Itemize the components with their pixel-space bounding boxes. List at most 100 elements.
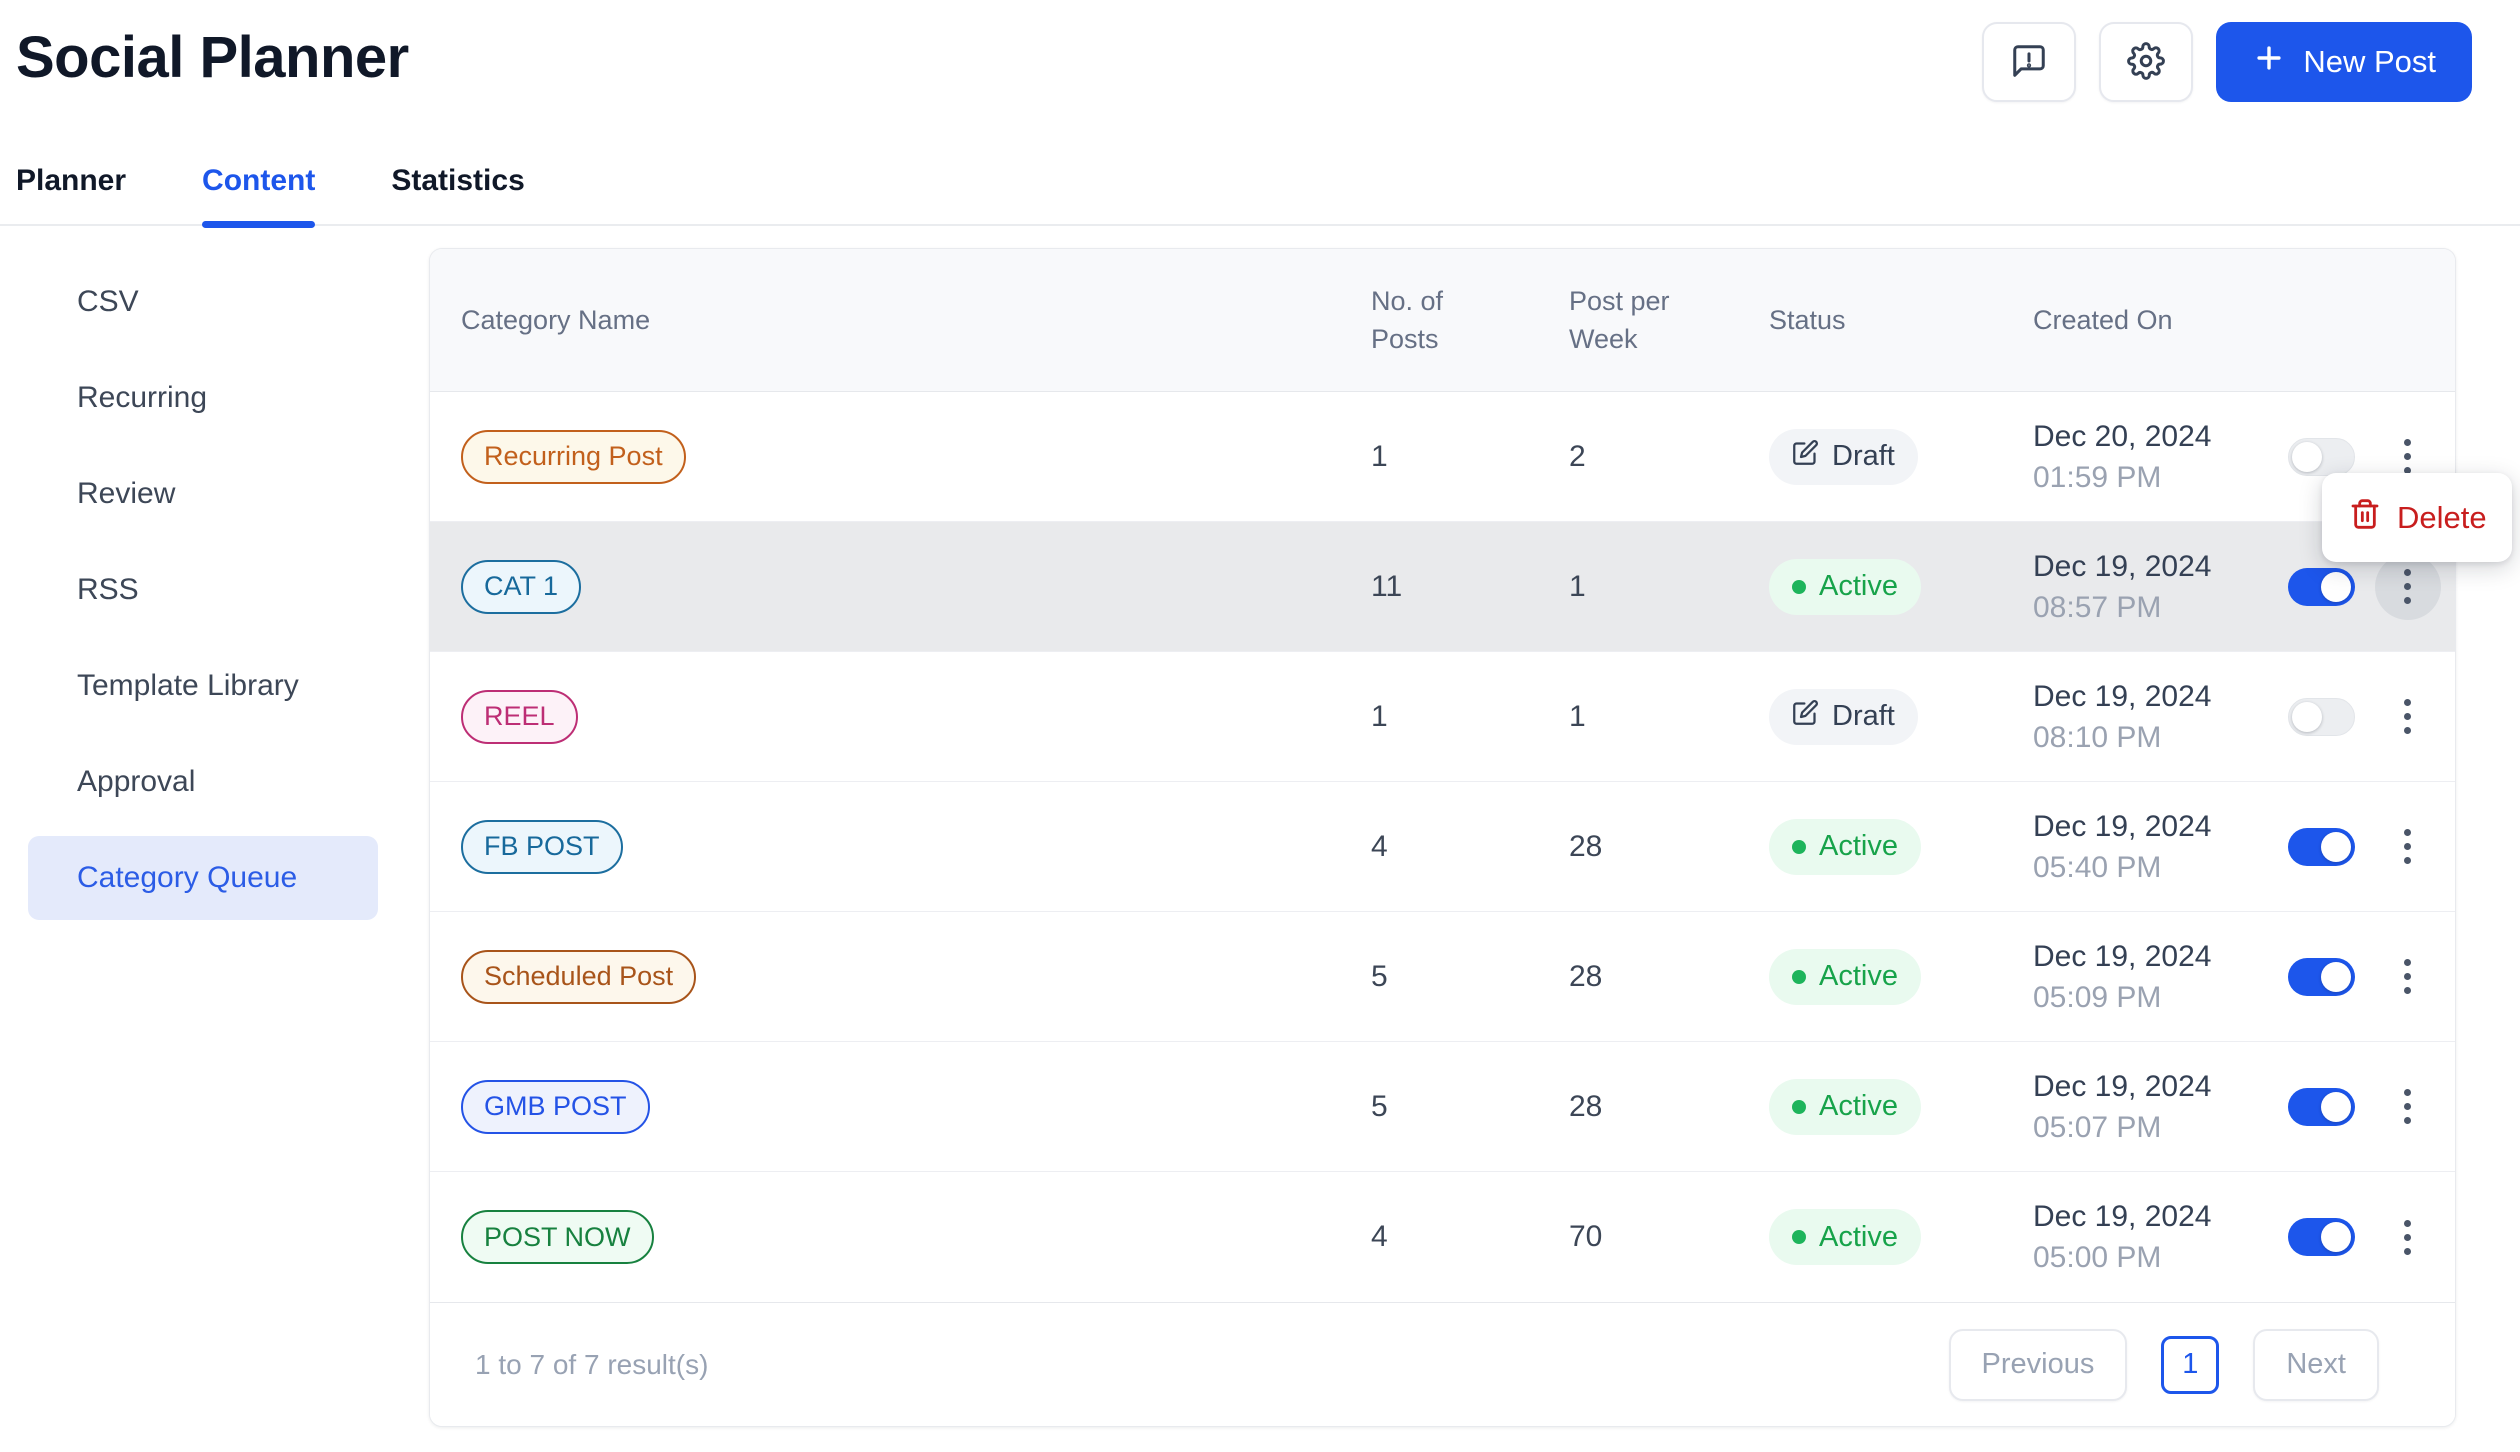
sidebar-item-rss[interactable]: RSS [28,548,378,632]
posts-per-week: 28 [1533,830,1733,864]
new-post-button[interactable]: New Post [2216,22,2472,102]
table-row: FB POST 4 28 Active Dec 19, 2024 05:40 P… [430,782,2455,912]
pagination: Previous 1 Next [1949,1329,2379,1401]
posts-count: 4 [1335,1220,1533,1254]
kebab-menu-button[interactable] [2375,684,2441,750]
created-time: 05:09 PM [2033,977,2252,1018]
table-row: CAT 1 11 1 Active Dec 19, 2024 08:57 PM [430,522,2455,652]
status-toggle[interactable] [2288,828,2355,866]
header-actions: New Post [1982,22,2472,102]
created-date: Dec 19, 2024 [2033,546,2252,587]
posts-count: 4 [1335,830,1533,864]
active-dot-icon [1792,580,1806,594]
table-row: GMB POST 5 28 Active Dec 19, 2024 05:07 … [430,1042,2455,1172]
category-queue-table: Category Name No. of Posts Post per Week… [429,248,2456,1427]
sidebar-item-category-queue[interactable]: Category Queue [28,836,378,920]
posts-per-week: 2 [1533,440,1733,474]
next-page-button[interactable]: Next [2253,1329,2379,1401]
kebab-menu-button[interactable] [2375,944,2441,1010]
table-row: Scheduled Post 5 28 Active Dec 19, 2024 … [430,912,2455,1042]
results-count: 1 to 7 of 7 result(s) [475,1349,708,1381]
status-toggle[interactable] [2288,1088,2355,1126]
posts-per-week: 28 [1533,1090,1733,1124]
created-time: 08:57 PM [2033,587,2252,628]
edit-icon [1792,699,1819,734]
sidebar-item-recurring[interactable]: Recurring [28,356,378,440]
created-on-cell: Dec 19, 2024 08:10 PM [1997,676,2252,758]
category-badge: POST NOW [461,1210,654,1264]
table-row: POST NOW 4 70 Active Dec 19, 2024 05:00 … [430,1172,2455,1302]
delete-menu-item[interactable]: Delete [2322,473,2512,562]
tab-bar: Planner Content Statistics [0,164,2520,226]
column-no-of-posts: No. of Posts [1335,282,1533,358]
created-date: Dec 19, 2024 [2033,1196,2252,1237]
kebab-menu-button[interactable] [2375,1074,2441,1140]
created-date: Dec 19, 2024 [2033,676,2252,717]
status-toggle[interactable] [2288,698,2355,736]
kebab-menu-button[interactable] [2375,814,2441,880]
social-planner-page: Social Planner [0,0,2520,1452]
created-time: 05:00 PM [2033,1237,2252,1278]
posts-count: 11 [1335,570,1533,604]
active-dot-icon [1792,840,1806,854]
status-toggle[interactable] [2288,568,2355,606]
sidebar-item-review[interactable]: Review [28,452,378,536]
posts-count: 5 [1335,1090,1533,1124]
created-on-cell: Dec 19, 2024 08:57 PM [1997,546,2252,628]
posts-per-week: 1 [1533,700,1733,734]
posts-per-week: 70 [1533,1220,1733,1254]
posts-count: 5 [1335,960,1533,994]
kebab-menu-button[interactable] [2375,554,2441,620]
column-created-on: Created On [1997,301,2252,339]
status-badge: Active [1769,949,1921,1005]
status-badge: Active [1769,1079,1921,1135]
category-badge: FB POST [461,820,623,874]
status-badge: Draft [1769,429,1918,485]
feedback-button[interactable] [1982,22,2076,102]
status-badge: Active [1769,819,1921,875]
status-badge: Draft [1769,689,1918,745]
posts-count: 1 [1335,440,1533,474]
column-category-name: Category Name [430,301,1335,339]
sidebar-item-approval[interactable]: Approval [28,740,378,824]
column-status: Status [1733,301,1997,339]
table-row: Recurring Post 1 2 Draft [430,392,2455,522]
previous-page-button[interactable]: Previous [1949,1329,2128,1401]
posts-per-week: 1 [1533,570,1733,604]
created-on-cell: Dec 19, 2024 05:07 PM [1997,1066,2252,1148]
kebab-menu-button[interactable] [2375,1204,2441,1270]
row-context-menu: Delete [2322,473,2512,562]
status-toggle[interactable] [2288,438,2355,476]
status-badge: Active [1769,559,1921,615]
tab-planner[interactable]: Planner [16,164,126,224]
tab-statistics[interactable]: Statistics [391,164,524,224]
column-post-per-week: Post per Week [1533,282,1733,358]
settings-button[interactable] [2099,22,2193,102]
table-header-row: Category Name No. of Posts Post per Week… [430,249,2455,392]
posts-count: 1 [1335,700,1533,734]
sidebar-item-csv[interactable]: CSV [28,260,378,344]
app-header: Social Planner [0,0,2520,102]
status-toggle[interactable] [2288,958,2355,996]
active-dot-icon [1792,970,1806,984]
created-on-cell: Dec 19, 2024 05:40 PM [1997,806,2252,888]
created-time: 01:59 PM [2033,457,2252,498]
created-time: 05:07 PM [2033,1107,2252,1148]
sidebar-item-template-library[interactable]: Template Library [28,644,378,728]
tab-content[interactable]: Content [202,164,315,224]
created-on-cell: Dec 19, 2024 05:09 PM [1997,936,2252,1018]
posts-per-week: 28 [1533,960,1733,994]
created-date: Dec 20, 2024 [2033,416,2252,457]
page-number-button[interactable]: 1 [2161,1336,2219,1394]
status-badge: Active [1769,1209,1921,1265]
created-date: Dec 19, 2024 [2033,936,2252,977]
created-time: 05:40 PM [2033,847,2252,888]
created-date: Dec 19, 2024 [2033,806,2252,847]
active-dot-icon [1792,1230,1806,1244]
plus-icon [2252,41,2286,83]
status-toggle[interactable] [2288,1218,2355,1256]
new-post-label: New Post [2303,44,2436,80]
created-on-cell: Dec 19, 2024 05:00 PM [1997,1196,2252,1278]
table-row: REEL 1 1 Draft Dec 19, [430,652,2455,782]
created-time: 08:10 PM [2033,717,2252,758]
